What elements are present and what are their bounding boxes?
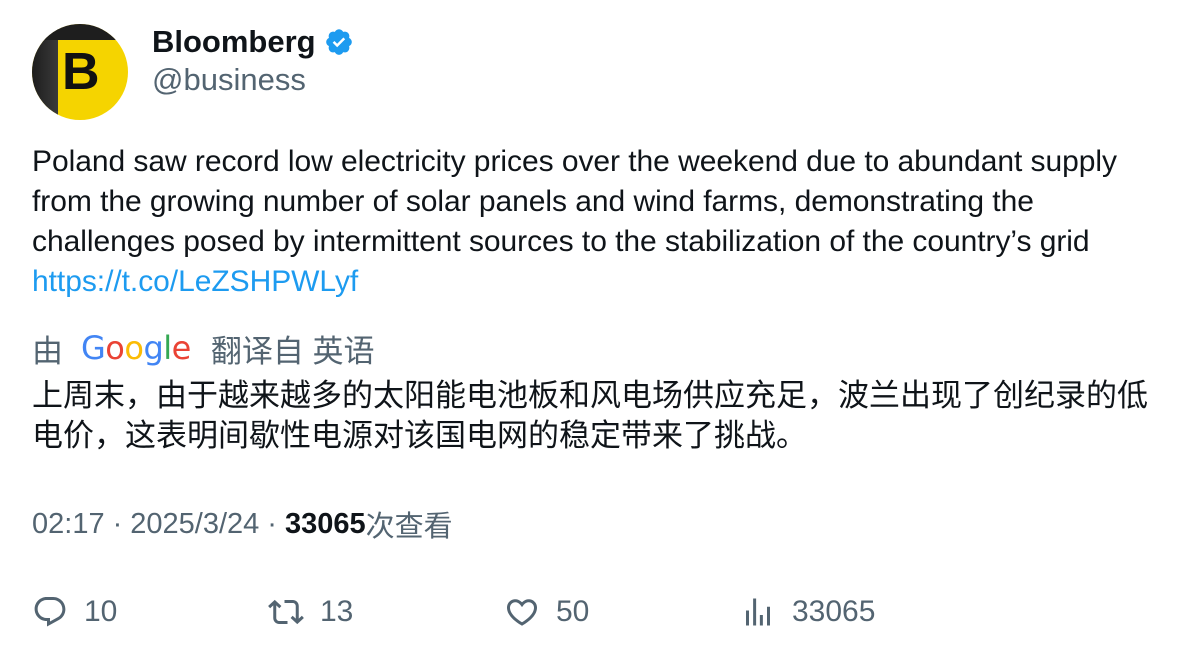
views-button[interactable]: 33065 <box>740 592 875 632</box>
retweet-count: 13 <box>320 595 354 628</box>
tweet-link[interactable]: https://t.co/LeZSHPWLyf <box>32 265 358 298</box>
reply-button[interactable]: 10 <box>32 592 117 632</box>
translated-text: 上周末，由于越来越多的太阳能电池板和风电场供应充足，波兰出现了创纪录的低电价，这… <box>32 378 1148 453</box>
reply-icon <box>34 597 66 627</box>
tweet-meta: 02:17 · 2025/3/24 · 33065 次查看 <box>32 504 453 544</box>
avatar-letter: B <box>62 43 100 101</box>
views-count: 33065 <box>284 507 366 540</box>
avatar-top-shade <box>32 24 128 40</box>
author-name-row: Bloomberg <box>152 22 354 62</box>
display-name[interactable]: Bloomberg <box>152 24 316 60</box>
tweet-text-body: Poland saw record low electricity prices… <box>32 145 1117 258</box>
retweet-button[interactable]: 13 <box>268 592 353 632</box>
tweet-date[interactable]: 2025/3/24 <box>130 508 259 541</box>
google-logo: Google <box>81 329 191 367</box>
retweet-icon <box>268 599 304 625</box>
action-bar: 10 13 50 33065 <box>0 592 1196 632</box>
views-action-count: 33065 <box>792 595 876 628</box>
analytics-icon <box>746 598 770 626</box>
translation-attribution[interactable]: 由 Google 翻译自 英语 <box>32 328 375 369</box>
views-label: 次查看 <box>365 511 453 543</box>
like-count: 50 <box>556 595 590 628</box>
like-button[interactable]: 50 <box>504 592 589 632</box>
tweet-text: Poland saw record low electricity prices… <box>32 142 1168 302</box>
heart-icon <box>506 599 538 626</box>
translation-suffix: 翻译自 英语 <box>210 333 375 369</box>
meta-separator: · <box>112 507 123 540</box>
translation-prefix: 由 <box>32 333 63 369</box>
author-handle[interactable]: @business <box>152 62 306 98</box>
verified-badge-icon <box>324 27 354 57</box>
tweet: B Bloomberg @business Poland saw record … <box>0 0 1196 658</box>
meta-separator: · <box>267 507 277 540</box>
reply-count: 10 <box>84 595 118 628</box>
avatar[interactable]: B <box>32 24 128 120</box>
tweet-time[interactable]: 02:17 <box>32 508 105 541</box>
